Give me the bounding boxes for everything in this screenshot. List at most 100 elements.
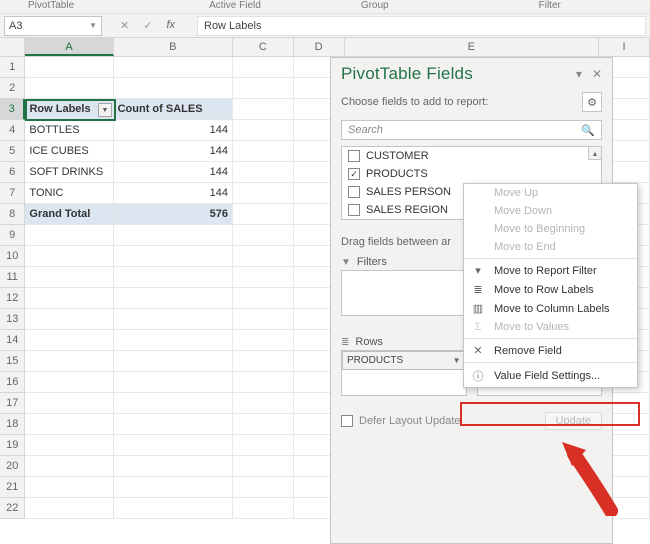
menu-item[interactable]: ⓘValue Field Settings... bbox=[464, 365, 637, 387]
row-header[interactable]: 17 bbox=[0, 393, 25, 414]
cell[interactable] bbox=[114, 246, 233, 267]
field-item[interactable]: ✓PRODUCTS bbox=[342, 165, 601, 183]
cell[interactable]: 144 bbox=[114, 120, 233, 141]
cell[interactable] bbox=[233, 393, 294, 414]
cell[interactable] bbox=[233, 288, 294, 309]
cell[interactable]: ICE CUBES bbox=[25, 141, 113, 162]
cell[interactable] bbox=[233, 330, 294, 351]
menu-item[interactable]: ▥Move to Column Labels bbox=[464, 299, 637, 318]
cell[interactable] bbox=[114, 309, 233, 330]
row-header[interactable]: 11 bbox=[0, 267, 25, 288]
row-header[interactable]: 18 bbox=[0, 414, 25, 435]
name-box[interactable]: A3 ▼ bbox=[4, 16, 102, 36]
row-header[interactable]: 22 bbox=[0, 498, 25, 519]
cell[interactable] bbox=[114, 57, 233, 78]
col-header-D[interactable]: D bbox=[294, 38, 345, 56]
row-header[interactable]: 20 bbox=[0, 456, 25, 477]
row-header[interactable]: 7 bbox=[0, 183, 25, 204]
cell[interactable] bbox=[114, 393, 233, 414]
cell[interactable] bbox=[114, 372, 233, 393]
cell[interactable] bbox=[233, 372, 294, 393]
cell[interactable]: Count of SALES bbox=[114, 99, 233, 120]
zone-filters[interactable] bbox=[341, 270, 467, 316]
search-input[interactable]: Search 🔍 bbox=[341, 120, 602, 140]
cell[interactable] bbox=[233, 498, 294, 519]
pane-close-icon[interactable]: ✕ bbox=[592, 67, 602, 81]
cell[interactable] bbox=[25, 225, 113, 246]
cell[interactable] bbox=[233, 99, 294, 120]
cancel-icon[interactable]: ✕ bbox=[120, 19, 129, 32]
checkbox-icon[interactable] bbox=[348, 204, 360, 216]
row-labels-filter-button[interactable]: ▼ bbox=[98, 103, 112, 117]
cell[interactable] bbox=[114, 477, 233, 498]
fx-icon[interactable]: fx bbox=[166, 19, 183, 32]
cell[interactable] bbox=[233, 162, 294, 183]
zone-rows[interactable]: PRODUCTS▼ bbox=[341, 350, 467, 396]
cell[interactable] bbox=[25, 288, 113, 309]
row-header[interactable]: 4 bbox=[0, 120, 25, 141]
cell[interactable] bbox=[25, 246, 113, 267]
cell[interactable]: TONIC bbox=[25, 183, 113, 204]
cell[interactable] bbox=[114, 267, 233, 288]
cell[interactable] bbox=[233, 435, 294, 456]
cell[interactable]: 144 bbox=[114, 141, 233, 162]
checkbox-icon[interactable] bbox=[348, 186, 360, 198]
cell[interactable] bbox=[25, 351, 113, 372]
row-header[interactable]: 8 bbox=[0, 204, 25, 225]
defer-checkbox[interactable] bbox=[341, 415, 353, 427]
cell[interactable] bbox=[114, 456, 233, 477]
row-header[interactable]: 21 bbox=[0, 477, 25, 498]
cell[interactable] bbox=[233, 225, 294, 246]
cell[interactable] bbox=[233, 183, 294, 204]
cell[interactable]: BOTTLES bbox=[25, 120, 113, 141]
cell[interactable] bbox=[25, 372, 113, 393]
cell[interactable] bbox=[233, 120, 294, 141]
cell[interactable] bbox=[114, 78, 233, 99]
cell[interactable] bbox=[233, 477, 294, 498]
cell[interactable] bbox=[114, 414, 233, 435]
cell[interactable] bbox=[114, 498, 233, 519]
pane-options-icon[interactable]: ▾ bbox=[576, 67, 582, 81]
select-all-corner[interactable] bbox=[0, 38, 25, 56]
field-list-scroll-up[interactable]: ▴ bbox=[588, 146, 602, 160]
cell[interactable] bbox=[233, 456, 294, 477]
cell[interactable] bbox=[25, 267, 113, 288]
menu-item[interactable]: ≣Move to Row Labels bbox=[464, 280, 637, 299]
cell[interactable] bbox=[114, 351, 233, 372]
menu-item[interactable]: ▾Move to Report Filter bbox=[464, 261, 637, 280]
row-header[interactable]: 3 bbox=[0, 99, 25, 120]
row-header[interactable]: 12 bbox=[0, 288, 25, 309]
cell[interactable] bbox=[114, 288, 233, 309]
gear-icon[interactable]: ⚙ bbox=[582, 92, 602, 112]
cell[interactable] bbox=[25, 57, 113, 78]
row-header[interactable]: 13 bbox=[0, 309, 25, 330]
cell[interactable] bbox=[233, 351, 294, 372]
cell[interactable] bbox=[233, 246, 294, 267]
cell[interactable] bbox=[25, 78, 113, 99]
cell[interactable] bbox=[25, 309, 113, 330]
cell[interactable] bbox=[25, 393, 113, 414]
row-header[interactable]: 19 bbox=[0, 435, 25, 456]
cell[interactable] bbox=[25, 456, 113, 477]
row-header[interactable]: 2 bbox=[0, 78, 25, 99]
cell[interactable] bbox=[25, 330, 113, 351]
cell[interactable] bbox=[233, 267, 294, 288]
cell[interactable] bbox=[233, 309, 294, 330]
name-box-dropdown-icon[interactable]: ▼ bbox=[89, 21, 97, 30]
row-header[interactable]: 6 bbox=[0, 162, 25, 183]
formula-text[interactable]: Row Labels bbox=[197, 16, 646, 36]
cell[interactable]: 144 bbox=[114, 183, 233, 204]
row-header[interactable]: 5 bbox=[0, 141, 25, 162]
cell[interactable] bbox=[114, 435, 233, 456]
cell[interactable] bbox=[233, 141, 294, 162]
enter-icon[interactable]: ✓ bbox=[143, 19, 152, 32]
cell[interactable] bbox=[25, 477, 113, 498]
cell[interactable] bbox=[114, 225, 233, 246]
row-header[interactable]: 16 bbox=[0, 372, 25, 393]
row-header[interactable]: 1 bbox=[0, 57, 25, 78]
field-item[interactable]: CUSTOMER bbox=[342, 147, 601, 165]
col-header-I[interactable]: I bbox=[599, 38, 650, 56]
row-header[interactable]: 9 bbox=[0, 225, 25, 246]
cell[interactable]: SOFT DRINKS bbox=[25, 162, 113, 183]
cell[interactable] bbox=[233, 57, 294, 78]
